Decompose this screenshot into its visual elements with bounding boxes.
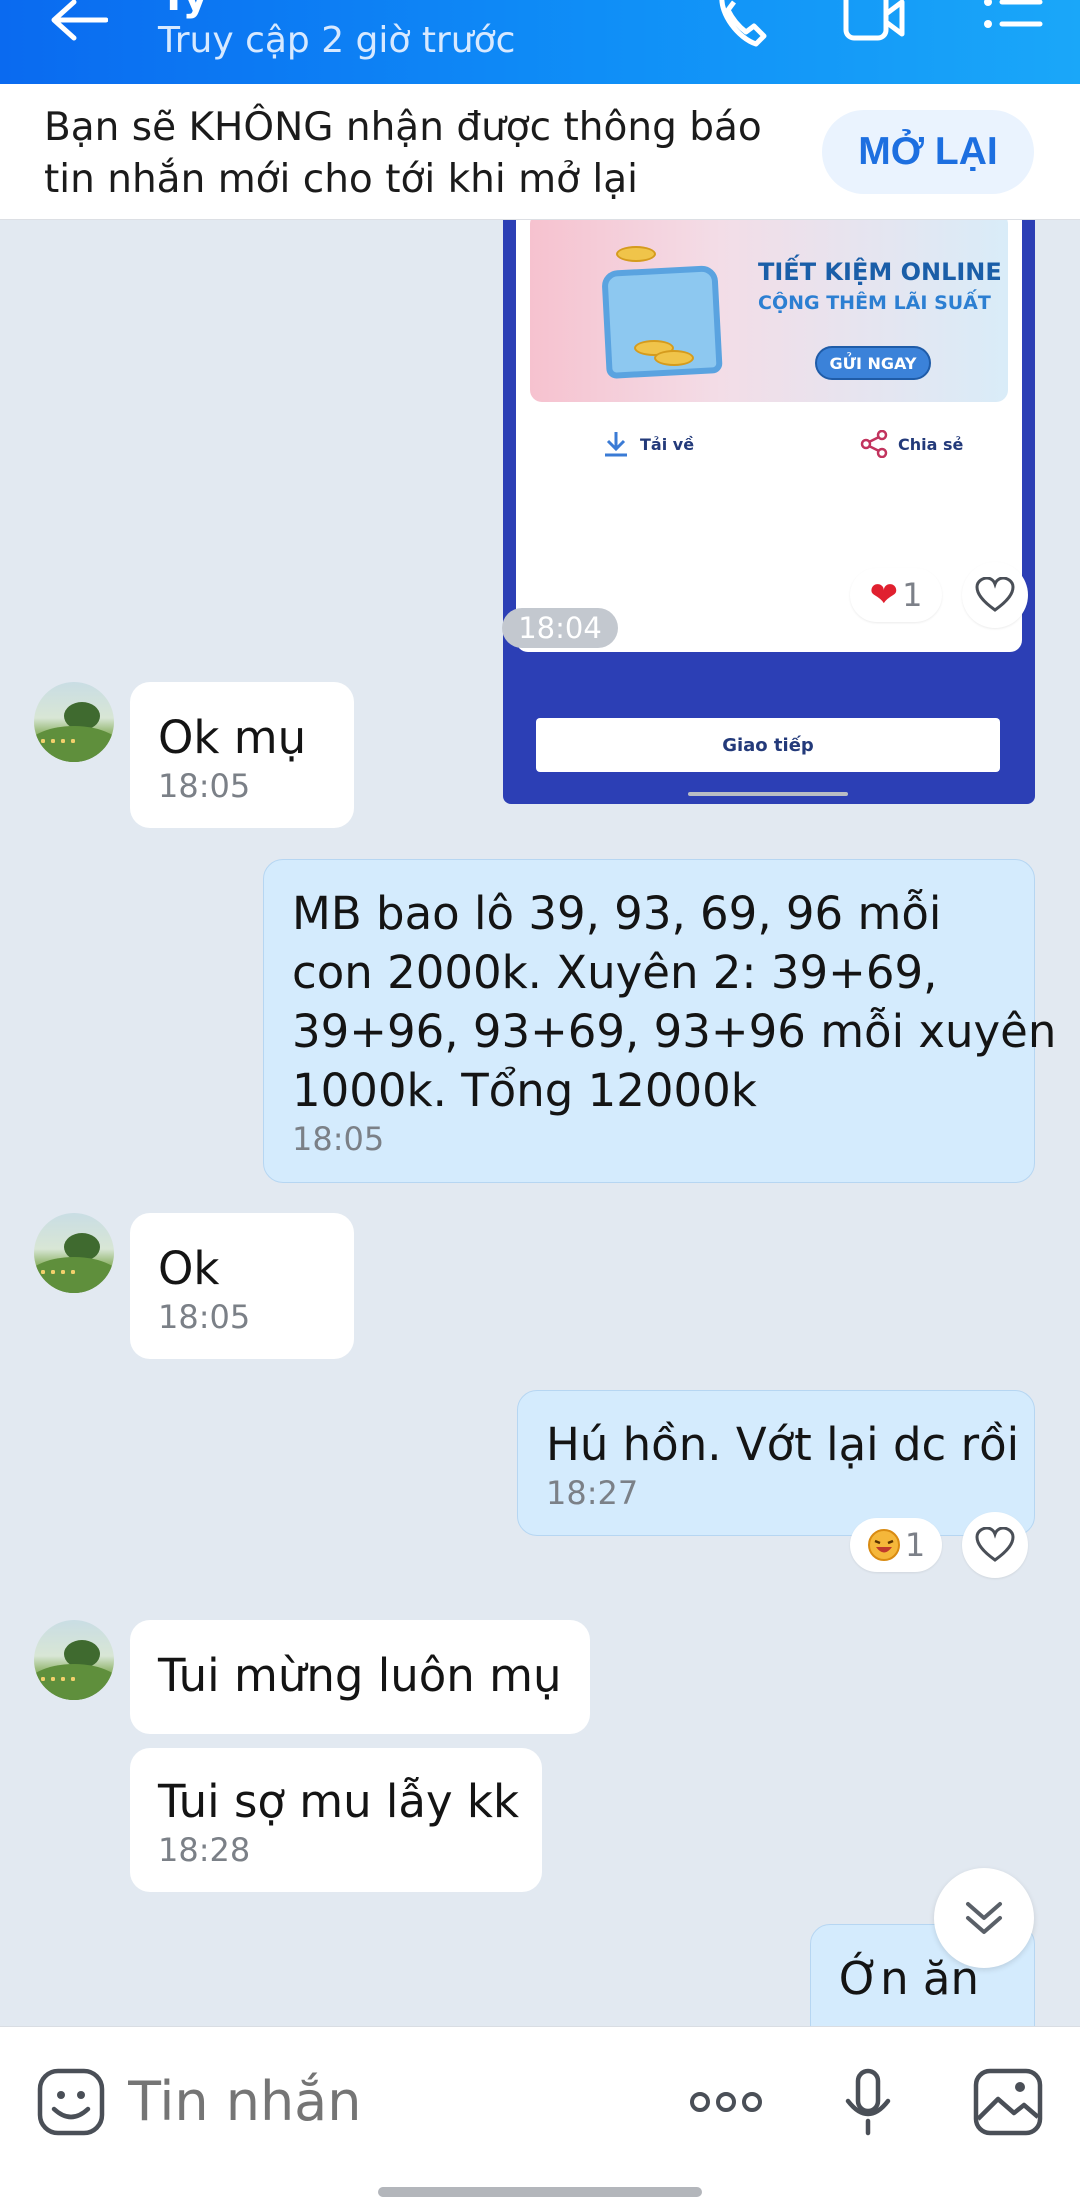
phone-icon[interactable] [712, 0, 776, 50]
outgoing-message[interactable]: Hú hồn. Vớt lại dc rồi 18:27 [517, 1390, 1035, 1536]
message-text: Ok [158, 1242, 220, 1295]
system-home-indicator [378, 2187, 702, 2197]
promo-subtitle: CỘNG THÊM LÃI SUẤT [758, 292, 991, 314]
image-gallery-icon[interactable] [970, 2067, 1046, 2137]
reaction-summary[interactable]: 1 [850, 1518, 942, 1572]
message-text: Ok mụ [158, 711, 307, 764]
message-time: 18:05 [158, 1298, 251, 1336]
incoming-message[interactable]: Tui sợ mu lẫy kk 18:28 [130, 1748, 542, 1892]
muted-notice-text: Bạn sẽ KHÔNG nhận được thông báo tin nhắ… [44, 105, 762, 202]
promo-title: TIẾT KIỆM ONLINE [758, 258, 1002, 286]
contact-avatar[interactable] [34, 682, 114, 762]
promo-continue-button[interactable]: Giao tiếp [536, 718, 1000, 772]
message-text-line: 1000k. Tổng 12000k [292, 1064, 757, 1117]
coin-illustration [654, 350, 694, 366]
red-heart-icon: ❤ [869, 575, 899, 615]
message-text: Tui sợ mu lẫy kk [158, 1775, 520, 1828]
message-text-line: con 2000k. Xuyên 2: 39+69, [292, 946, 938, 999]
message-text-line: 39+96, 93+69, 93+96 mỗi xuyên [292, 1005, 1057, 1058]
shared-image-message[interactable]: TIẾT KIỆM ONLINE CỘNG THÊM LÃI SUẤT GỬI … [503, 220, 1035, 804]
promo-send-now-button[interactable]: GỬI NGAY [815, 346, 931, 380]
message-composer [0, 2026, 1080, 2210]
heart-react-icon[interactable] [962, 562, 1028, 628]
promo-actions: Tải về Chia sẻ [516, 416, 1022, 478]
contact-name[interactable]: Ty [160, 0, 209, 20]
message-time: 18:27 [546, 1474, 639, 1512]
more-options-icon[interactable] [688, 2067, 764, 2137]
message-time: 18:05 [292, 1120, 385, 1158]
coin-illustration [616, 246, 656, 262]
incoming-message[interactable]: Tui mừng luôn mụ [130, 1620, 590, 1734]
double-chevron-down-icon [966, 1902, 1002, 1934]
image-scroll-indicator [688, 792, 848, 796]
promo-banner-image: TIẾT KIỆM ONLINE CỘNG THÊM LÃI SUẤT GỬI … [530, 220, 1008, 402]
unmute-button[interactable]: MỞ LẠI [822, 110, 1034, 194]
reaction-count: 1 [902, 576, 923, 614]
share-icon [860, 430, 888, 458]
contact-avatar[interactable] [34, 1213, 114, 1293]
message-list[interactable]: TIẾT KIỆM ONLINE CỘNG THÊM LÃI SUẤT GỬI … [0, 220, 1080, 2026]
microphone-icon[interactable] [830, 2067, 906, 2137]
incoming-message[interactable]: Ok 18:05 [130, 1213, 354, 1359]
laughing-emoji-icon [867, 1529, 900, 1561]
chat-header: Ty Truy cập 2 giờ trước [0, 0, 1080, 84]
continue-label: Giao tiếp [722, 734, 814, 756]
scroll-to-bottom-button[interactable] [934, 1868, 1034, 1968]
message-input[interactable] [128, 2067, 648, 2137]
outgoing-message[interactable]: MB bao lô 39, 93, 69, 96 mỗi con 2000k. … [263, 859, 1057, 1183]
muted-notification-banner: Bạn sẽ KHÔNG nhận được thông báo tin nhắ… [0, 84, 1080, 220]
back-arrow-icon[interactable] [48, 0, 108, 44]
share-label: Chia sẻ [898, 434, 964, 454]
message-text: Hú hồn. Vớt lại dc rồi [546, 1418, 1020, 1471]
download-icon [605, 432, 627, 457]
message-time: 18:05 [158, 767, 251, 805]
message-text: Tui mừng luôn mụ [158, 1649, 562, 1702]
reaction-summary[interactable]: ❤ 1 [850, 568, 942, 622]
message-time: 18:28 [158, 1831, 251, 1869]
contact-avatar[interactable] [34, 1620, 114, 1700]
menu-icon[interactable] [980, 0, 1044, 50]
heart-react-icon[interactable] [962, 1512, 1028, 1578]
time-divider: 18:04 [502, 608, 618, 648]
download-label: Tải về [640, 434, 695, 454]
last-seen-status: Truy cập 2 giờ trước [158, 20, 516, 61]
promo-card: TIẾT KIỆM ONLINE CỘNG THÊM LÃI SUẤT GỬI … [516, 220, 1022, 652]
video-icon[interactable] [842, 0, 906, 50]
share-action[interactable]: Chia sẻ [860, 430, 963, 458]
reaction-count: 1 [904, 1526, 926, 1564]
incoming-message[interactable]: Ok mụ 18:05 [130, 682, 354, 828]
sticker-emoji-icon[interactable] [36, 2067, 106, 2137]
download-action[interactable]: Tải về [602, 430, 694, 458]
message-text-line: MB bao lô 39, 93, 69, 96 mỗi [292, 887, 942, 940]
